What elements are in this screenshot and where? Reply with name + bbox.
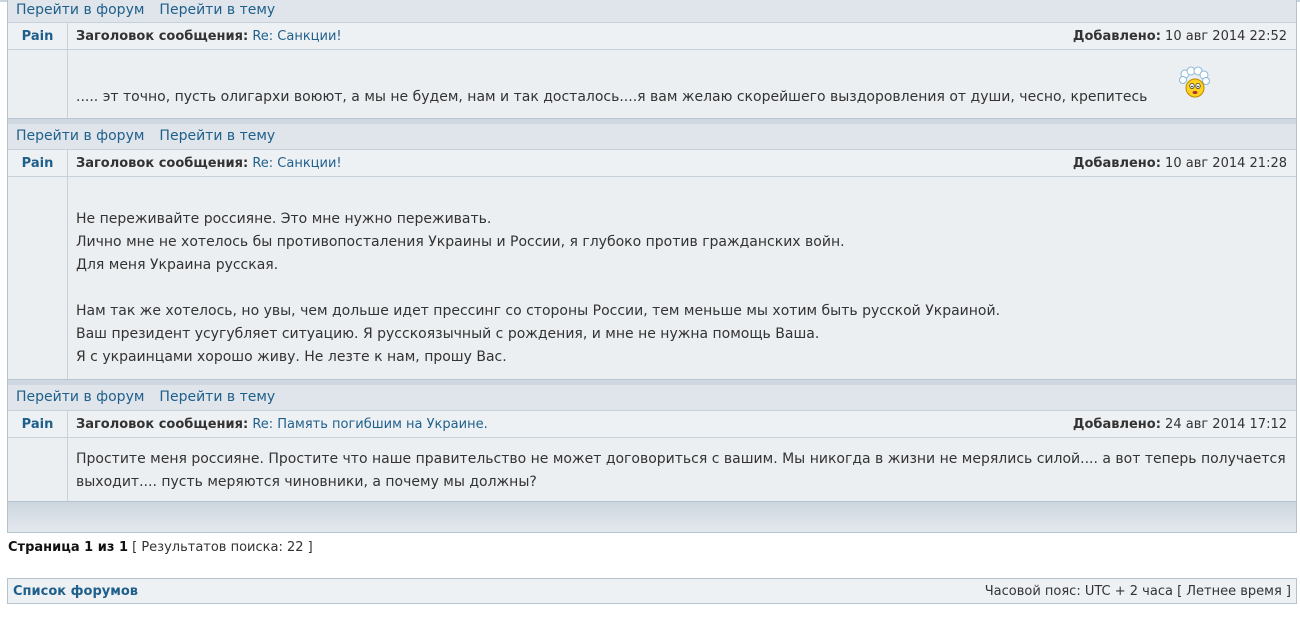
pagination: Страница 1 из 1 [ Результатов поиска: 22… xyxy=(8,540,313,555)
post-content: Простите меня россияне. Простите что наш… xyxy=(68,438,1296,501)
goto-forum-link[interactable]: Перейти в форум xyxy=(16,2,144,18)
post-text-line: Не переживайте россияне. Это мне нужно п… xyxy=(76,211,492,227)
search-results: Перейти в форум Перейти в тему Pain Загол… xyxy=(7,0,1297,533)
post-content: ..... эт точно, пусть олигархи воюют, а … xyxy=(68,50,1296,118)
post-body: Простите меня россияне. Простите что наш… xyxy=(8,438,1296,501)
post-block: Перейти в форум Перейти в тему Pain Загол… xyxy=(7,124,1297,385)
post-body: ..... эт точно, пусть олигархи воюют, а … xyxy=(8,50,1296,118)
smiley-icon xyxy=(1179,66,1210,98)
added-label: Добавлено: xyxy=(1072,155,1161,171)
post-author[interactable]: Pain xyxy=(8,411,68,437)
added-label: Добавлено: xyxy=(1072,28,1161,44)
goto-topic-link[interactable]: Перейти в тему xyxy=(159,2,275,18)
post-header: Pain Заголовок сообщения: Re: Санкции! Д… xyxy=(8,150,1296,177)
post-date: Добавлено: 24 авг 2014 17:12 xyxy=(1073,417,1296,432)
results-count: [ Результатов поиска: 22 ] xyxy=(132,540,313,555)
goto-forum-link[interactable]: Перейти в форум xyxy=(16,389,144,405)
post-date-value: 10 авг 2014 21:28 xyxy=(1165,155,1287,171)
post-nav: Перейти в форум Перейти в тему xyxy=(8,124,1296,150)
post-block: Перейти в форум Перейти в тему Pain Загол… xyxy=(7,385,1297,501)
post-subject: Заголовок сообщения: Re: Память погибшим… xyxy=(68,417,1073,432)
post-text-line: Простите меня россияне. Простите что наш… xyxy=(76,451,1286,467)
post-text-line: Лично мне не хотелось бы противопостален… xyxy=(76,234,845,250)
bottom-nav-bar: Список форумов Часовой пояс: UTC + 2 час… xyxy=(7,578,1297,604)
post-text-line: выходит.... пусть меряются чиновники, а … xyxy=(76,474,537,490)
post-text-line: Для меня Украина русская. xyxy=(76,257,279,273)
subject-link[interactable]: Re: Санкции! xyxy=(252,29,341,44)
timezone-info: Часовой пояс: UTC + 2 часа [ Летнее врем… xyxy=(984,583,1291,599)
page-label: Страница 1 из 1 xyxy=(8,540,128,555)
post-text-line: Нам так же хотелось, но увы, чем дольше … xyxy=(76,303,1001,319)
post-left-cell xyxy=(8,50,68,118)
post-subject: Заголовок сообщения: Re: Санкции! xyxy=(68,29,1073,44)
post-left-cell xyxy=(8,177,68,379)
post-body: Не переживайте россияне. Это мне нужно п… xyxy=(8,177,1296,379)
subject-link[interactable]: Re: Память погибшим на Украине. xyxy=(252,417,487,432)
subject-label: Заголовок сообщения: xyxy=(76,28,249,44)
subject-label: Заголовок сообщения: xyxy=(76,155,249,171)
goto-topic-link[interactable]: Перейти в тему xyxy=(159,128,275,144)
forum-list-link[interactable]: Список форумов xyxy=(8,584,138,599)
post-date-value: 10 авг 2014 22:52 xyxy=(1165,28,1287,44)
post-header: Pain Заголовок сообщения: Re: Санкции! Д… xyxy=(8,23,1296,50)
post-text-line: Ваш президент усугубляет ситуацию. Я рус… xyxy=(76,326,820,342)
post-header: Pain Заголовок сообщения: Re: Память пог… xyxy=(8,411,1296,438)
post-text-line: Я с украинцами хорошо живу. Не лезте к н… xyxy=(76,349,507,365)
post-nav: Перейти в форум Перейти в тему xyxy=(8,0,1296,23)
post-subject: Заголовок сообщения: Re: Санкции! xyxy=(68,156,1073,171)
subject-label: Заголовок сообщения: xyxy=(76,416,249,432)
post-block: Перейти в форум Перейти в тему Pain Загол… xyxy=(7,0,1297,124)
post-content: Не переживайте россияне. Это мне нужно п… xyxy=(68,177,1296,379)
post-nav: Перейти в форум Перейти в тему xyxy=(8,385,1296,411)
post-text-line: ..... эт точно, пусть олигархи воюют, а … xyxy=(76,89,1148,105)
results-footer-bar xyxy=(7,501,1297,533)
post-date: Добавлено: 10 авг 2014 21:28 xyxy=(1073,156,1296,171)
goto-forum-link[interactable]: Перейти в форум xyxy=(16,128,144,144)
subject-link[interactable]: Re: Санкции! xyxy=(252,156,341,171)
goto-topic-link[interactable]: Перейти в тему xyxy=(159,389,275,405)
post-date-value: 24 авг 2014 17:12 xyxy=(1165,416,1287,432)
post-author[interactable]: Pain xyxy=(8,150,68,176)
post-author[interactable]: Pain xyxy=(8,23,68,49)
added-label: Добавлено: xyxy=(1072,416,1161,432)
post-left-cell xyxy=(8,438,68,501)
post-date: Добавлено: 10 авг 2014 22:52 xyxy=(1073,29,1296,44)
